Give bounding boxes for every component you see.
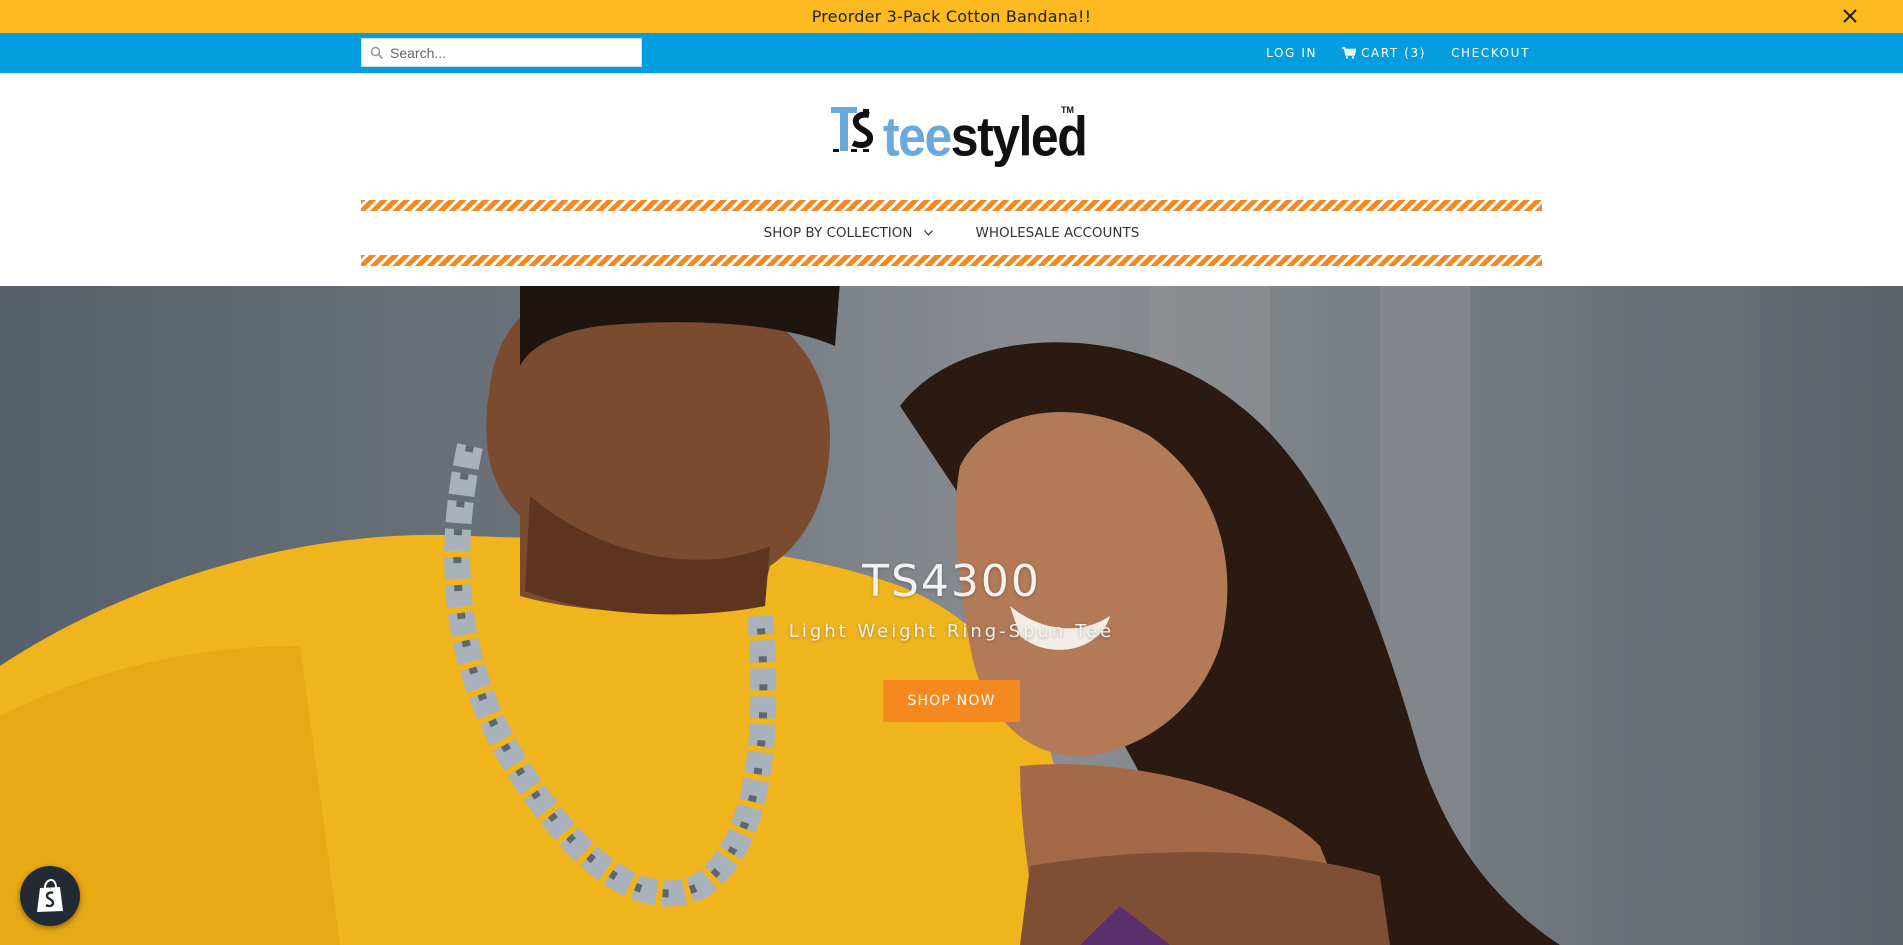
nav-item-label: SHOP BY COLLECTION: [763, 225, 913, 241]
close-icon[interactable]: [1839, 5, 1861, 27]
logo-wordmark: teestyled: [883, 103, 1088, 170]
cart-label: CART (3): [1361, 46, 1427, 60]
hero-banner: TS4300 Light Weight Ring-Spun Tee SHOP N…: [0, 286, 1903, 945]
cart-icon: [1342, 47, 1357, 59]
search-input[interactable]: [390, 44, 630, 61]
shop-now-button[interactable]: SHOP NOW: [883, 680, 1020, 722]
search-icon: [370, 46, 384, 59]
announcement-bar: Preorder 3-Pack Cotton Bandana!!: [0, 0, 1903, 33]
site-logo[interactable]: teestyled TM: [829, 99, 1088, 169]
checkout-link[interactable]: CHECKOUT: [1451, 46, 1530, 60]
cart-link[interactable]: CART (3): [1342, 46, 1426, 60]
main-nav: SHOP BY COLLECTION WHOLESALE ACCOUNTS: [361, 211, 1542, 255]
nav-shop-by-collection[interactable]: SHOP BY COLLECTION: [764, 225, 934, 241]
hero-subtitle: Light Weight Ring-Spun Tee: [788, 621, 1115, 642]
chevron-down-icon: [924, 230, 934, 236]
shopify-badge[interactable]: [20, 866, 80, 926]
nav-stripe-bottom: [361, 255, 1542, 266]
announcement-text: Preorder 3-Pack Cotton Bandana!!: [811, 7, 1092, 26]
hero-title: TS4300: [862, 556, 1041, 607]
ts-monogram-icon: [831, 107, 874, 152]
checkout-label: CHECKOUT: [1451, 46, 1530, 60]
login-link[interactable]: LOG IN: [1266, 46, 1317, 60]
nav-wholesale-accounts[interactable]: WHOLESALE ACCOUNTS: [975, 225, 1139, 241]
nav-item-label: WHOLESALE ACCOUNTS: [975, 225, 1140, 241]
login-label: LOG IN: [1266, 46, 1318, 60]
site-header: teestyled TM SHOP BY COLLECTION WHOLESAL…: [0, 73, 1903, 286]
nav-stripe-top: [361, 200, 1542, 211]
shopify-bag-icon: [37, 879, 63, 912]
top-bar: LOG IN CART (3) CHECKOUT: [0, 33, 1903, 73]
search-box[interactable]: [361, 38, 642, 67]
logo-tee: tee: [883, 105, 952, 168]
account-links: LOG IN CART (3) CHECKOUT: [1266, 33, 1530, 73]
trademark-mark: TM: [1061, 105, 1074, 115]
hero-caption: TS4300 Light Weight Ring-Spun Tee: [0, 556, 1903, 642]
